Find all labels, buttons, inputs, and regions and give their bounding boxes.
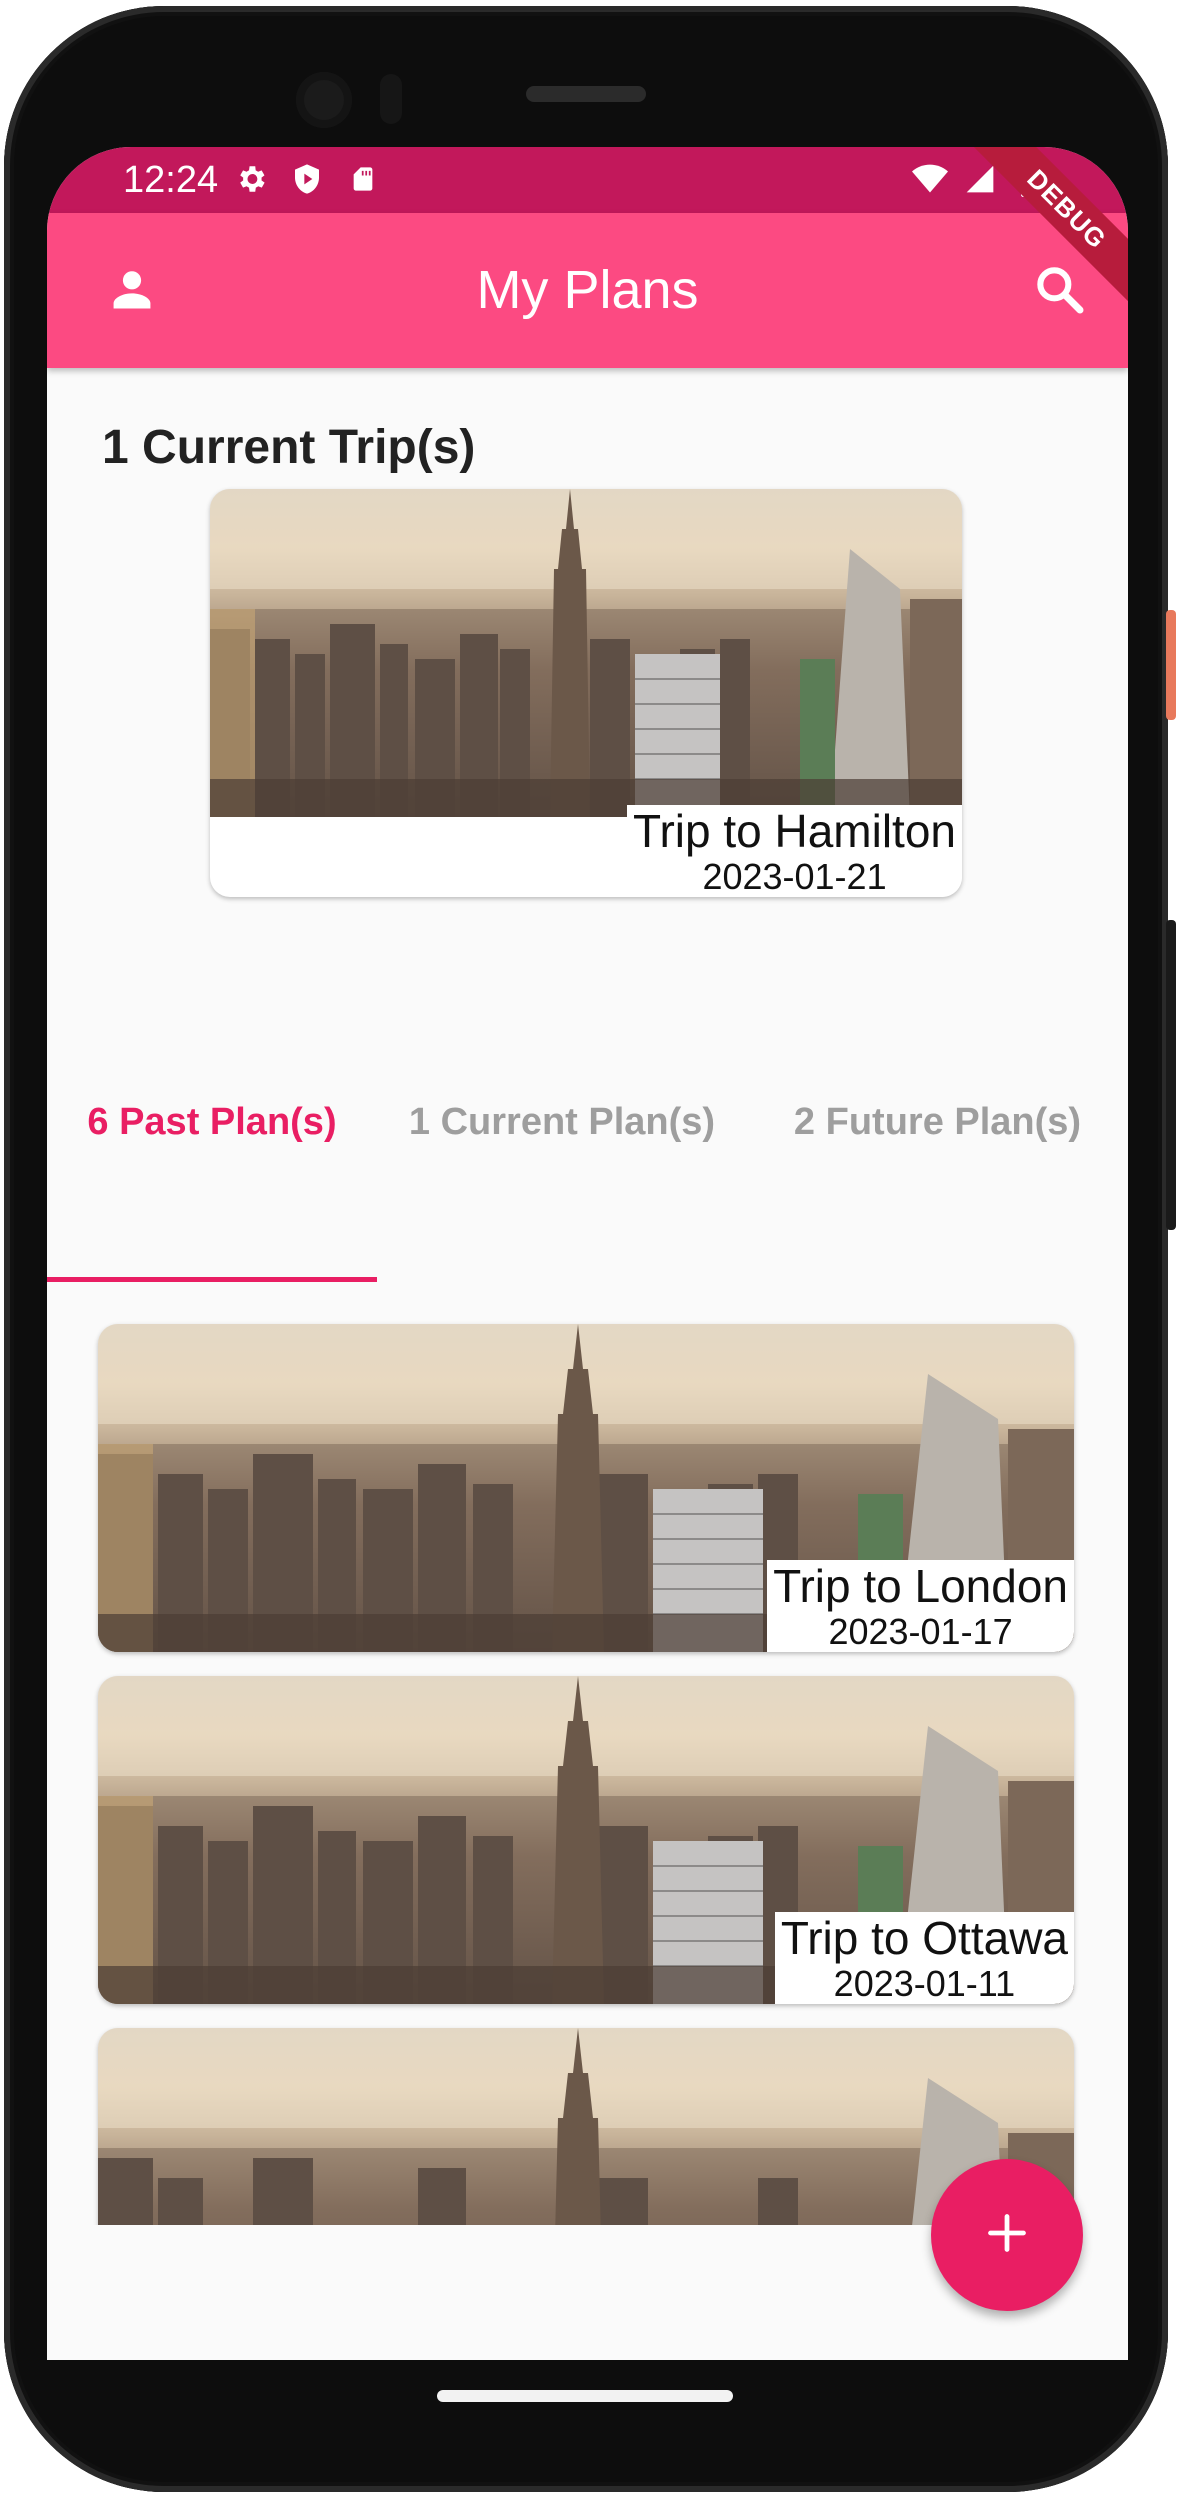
search-icon [1031,261,1087,322]
trip-caption: Trip to Hamilton 2023-01-21 [627,805,962,897]
tab-current-plans[interactable]: 1 Current Plan(s) [377,1062,747,1182]
app-screen: 12:24 My Plans DEBUG 1 Current Trip(s) T… [47,147,1128,2360]
gear-icon [233,161,269,197]
past-plans-list[interactable]: Trip to London 2023-01-17 Trip to Ottawa… [47,1315,1128,2225]
search-button[interactable] [1024,256,1094,326]
app-bar: My Plans [47,213,1128,368]
wifi-icon [912,161,948,197]
plan-card-partial[interactable] [98,2028,1074,2225]
plan-card-london[interactable]: Trip to London 2023-01-17 [98,1324,1074,1652]
tab-past-plans[interactable]: 6 Past Plan(s) [47,1062,377,1182]
plan-date: 2023-01-11 [833,1963,1016,2004]
proximity-sensor [380,74,402,124]
shield-play-icon [289,161,325,197]
plus-icon [985,2211,1029,2260]
plan-name: Trip to London [773,1560,1068,1612]
city-skyline-image [98,2028,1074,2225]
plan-card-ottawa[interactable]: Trip to Ottawa 2023-01-11 [98,1676,1074,2004]
plan-date: 2023-01-17 [828,1611,1013,1652]
current-trip-card[interactable]: Trip to Hamilton 2023-01-21 [210,489,962,897]
tab-future-plans[interactable]: 2 Future Plan(s) [747,1062,1128,1182]
home-gesture-pill[interactable] [437,2390,733,2402]
power-button [1166,610,1176,720]
phone-device: 12:24 My Plans DEBUG 1 Current Trip(s) T… [0,0,1178,2498]
add-plan-button[interactable] [931,2159,1083,2311]
tab-indicator [47,1277,377,1282]
status-icons-left [233,161,381,197]
system-navigation-bar [47,2360,1128,2460]
volume-button [1166,920,1176,1230]
plan-caption: Trip to Ottawa 2023-01-11 [774,1912,1074,2004]
plan-caption: Trip to London 2023-01-17 [767,1560,1074,1652]
trip-date: 2023-01-21 [702,856,887,897]
person-icon [106,263,158,320]
page-title: My Plans [476,260,699,320]
status-time: 12:24 [123,159,219,201]
city-skyline-image [210,489,962,817]
plans-tab-bar: 6 Past Plan(s) 1 Current Plan(s) 2 Futur… [47,1062,1128,1182]
current-trips-heading: 1 Current Trip(s) [102,421,476,474]
earpiece-speaker [526,86,646,102]
profile-button[interactable] [97,256,167,326]
front-camera [296,72,352,128]
status-bar: 12:24 [47,147,1128,213]
plan-name: Trip to Ottawa [780,1912,1068,1964]
trip-name: Trip to Hamilton [633,805,956,857]
sd-card-icon [345,161,381,197]
